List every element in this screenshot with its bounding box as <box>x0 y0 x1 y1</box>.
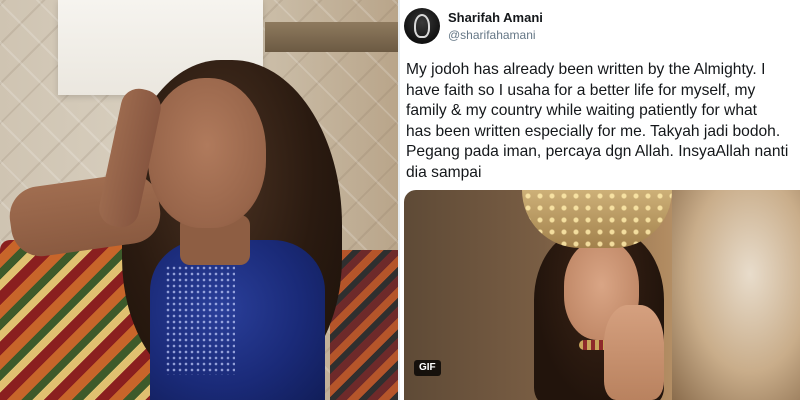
portrait-photo <box>0 0 398 400</box>
avatar[interactable] <box>404 8 440 44</box>
tweet-text-line: have faith so I usaha for a better life … <box>406 81 756 99</box>
tweet-text-line: dia sampai <box>406 163 482 181</box>
tweet-card: Sharifah Amani @sharifahamani My jodoh h… <box>398 0 800 400</box>
tweet-text-line: family & my country while waiting patien… <box>406 102 757 119</box>
tweet-media-gif[interactable]: GIF <box>404 190 800 400</box>
avatar-icon <box>414 14 430 38</box>
tweet-text: My jodoh has already been written by the… <box>406 60 800 183</box>
tweet-text-line: has been written especially for me. Taky… <box>406 122 781 140</box>
tweet-text-line: My jodoh has already been written by the… <box>406 61 766 78</box>
tweet-text-line: Pegang pada iman, percaya dgn Allah. Ins… <box>406 143 789 160</box>
gif-badge: GIF <box>414 360 441 376</box>
user-handle[interactable]: @sharifahamani <box>448 28 536 42</box>
display-name[interactable]: Sharifah Amani <box>448 10 543 25</box>
